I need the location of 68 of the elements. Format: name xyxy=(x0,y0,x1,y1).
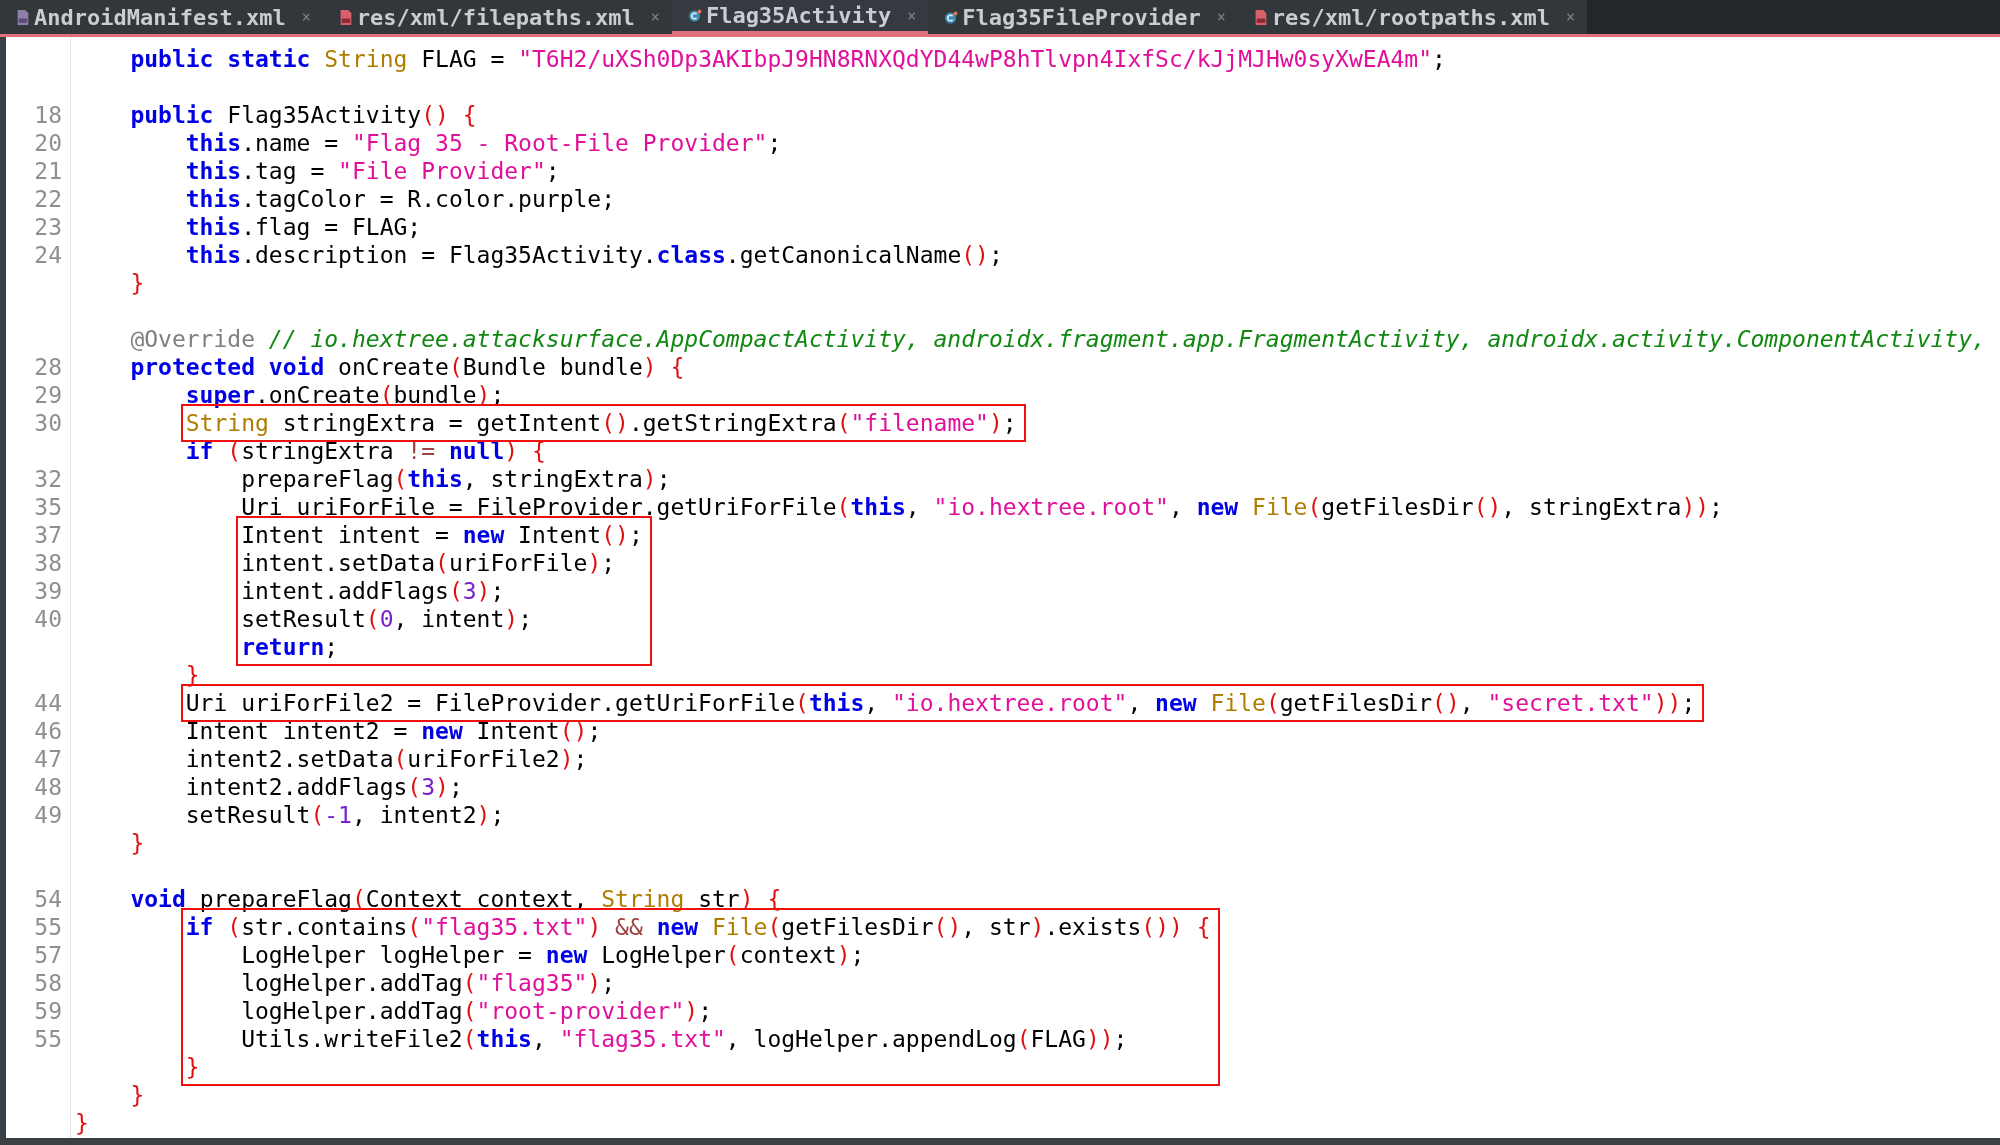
line-number: 38 xyxy=(34,549,62,577)
line-number: 28 xyxy=(34,353,62,381)
code-line: setResult(-1, intent2); xyxy=(184,801,505,829)
code-line: return; xyxy=(241,633,339,661)
line-number: 22 xyxy=(34,185,62,213)
code-line: if (str.contains("flag35.txt") && new File(getFilesDir(), str).exists()) { xyxy=(185,913,1211,941)
line-number: 18 xyxy=(34,101,62,129)
code-line: LogHelper logHelper = new LogHelper(context); xyxy=(240,941,865,969)
editor-tab[interactable]: res/xml/filepaths.xml × xyxy=(322,0,672,34)
code-line: Intent intent = new Intent(); xyxy=(241,521,643,549)
line-number: 47 xyxy=(34,745,62,773)
code-line: Uri uriForFile2 = FileProvider.getUriForFile(this, "io.hextree.root", new File(getFilesDir(), "secret.txt")); xyxy=(185,689,1696,717)
line-number: 23 xyxy=(34,213,62,241)
file-icon xyxy=(338,9,353,25)
code-line: intent.setData(uriForFile); xyxy=(241,549,616,577)
code-line: prepareFlag(this, stringExtra); xyxy=(240,465,671,493)
code-line: this.tagColor = R.color.purple; xyxy=(184,185,616,213)
file-icon xyxy=(1253,9,1268,25)
code-line: intent2.setData(uriForFile2); xyxy=(184,745,588,773)
code-line: intent2.addFlags(3); xyxy=(184,773,463,801)
code-line: this.description = Flag35Activity.class.getCanonicalName(); xyxy=(184,241,1003,269)
line-number: 21 xyxy=(34,157,62,185)
line-number: 55 xyxy=(34,1025,62,1053)
code-line: this.flag = FLAG; xyxy=(184,213,422,241)
code-line: this.name = "Flag 35 - Root-File Provider"; xyxy=(184,129,782,157)
line-number: 29 xyxy=(34,381,62,409)
class-icon xyxy=(944,9,959,25)
line-number: 20 xyxy=(34,129,62,157)
code-line: } xyxy=(129,269,145,297)
file-icon xyxy=(16,9,30,25)
line-number: 59 xyxy=(34,997,62,1025)
line-number: 55 xyxy=(34,913,62,941)
line-number: 40 xyxy=(34,605,62,633)
editor-tab[interactable]: Flag35Activity × xyxy=(671,0,929,34)
code-line: protected void onCreate(Bundle bundle) { xyxy=(129,353,685,381)
code-line: Intent intent2 = new Intent(); xyxy=(184,717,602,745)
code-line: setResult(0, intent); xyxy=(241,605,532,633)
line-number: 32 xyxy=(34,465,62,493)
line-number: 30 xyxy=(34,409,62,437)
line-number: 48 xyxy=(34,773,62,801)
code-line: Utils.writeFile2(this, "flag35.txt", logHelper.appendLog(FLAG)); xyxy=(240,1025,1128,1053)
code-line: } xyxy=(75,1109,89,1137)
code-line: logHelper.addTag("flag35"); xyxy=(240,969,616,997)
line-number: 39 xyxy=(34,577,62,605)
code-line: public static String FLAG = "T6H2/uXSh0Dp3AKIbpJ9HN8RNXQdYD44wP8hTlvpn4IxfSc/kJjMJHw0syXwEA4m"; xyxy=(129,45,1446,73)
line-number: 24 xyxy=(34,241,62,269)
editor-tab[interactable]: Flag35FileProvider × xyxy=(928,0,1238,34)
code-line: Uri uriForFile = FileProvider.getUriForFile(this, "io.hextree.root", new File(getFilesDir(), stringExtra)); xyxy=(240,493,1723,521)
line-number: 58 xyxy=(34,969,62,997)
line-number: 35 xyxy=(34,493,62,521)
line-number: 37 xyxy=(34,521,62,549)
code-line: public Flag35Activity() { xyxy=(129,101,477,129)
line-number: 57 xyxy=(34,941,62,969)
line-number: 49 xyxy=(34,801,62,829)
code-line: @Override // io.hextree.attacksurface.AppCompactActivity, androidx.fragment.app.FragmentActivity, androidx.activity.ComponentActivity, xyxy=(129,325,1986,353)
line-number: 44 xyxy=(34,689,62,717)
editor-tab[interactable]: res/xml/rootpaths.xml × xyxy=(1237,0,1587,34)
code-line: intent.addFlags(3); xyxy=(241,577,505,605)
code-line: } xyxy=(129,1081,145,1109)
editor-tab[interactable]: AndroidManifest.xml × xyxy=(0,0,323,34)
code-line: String stringExtra = getIntent().getStringExtra("filename"); xyxy=(185,409,1017,437)
class-icon xyxy=(687,8,702,23)
line-number: 54 xyxy=(34,885,62,913)
code-line: } xyxy=(129,829,145,857)
line-number: 46 xyxy=(34,717,62,745)
code-line: logHelper.addTag("root-provider"); xyxy=(240,997,712,1025)
code-line: } xyxy=(185,1053,200,1081)
code-line: this.tag = "File Provider"; xyxy=(184,157,560,185)
